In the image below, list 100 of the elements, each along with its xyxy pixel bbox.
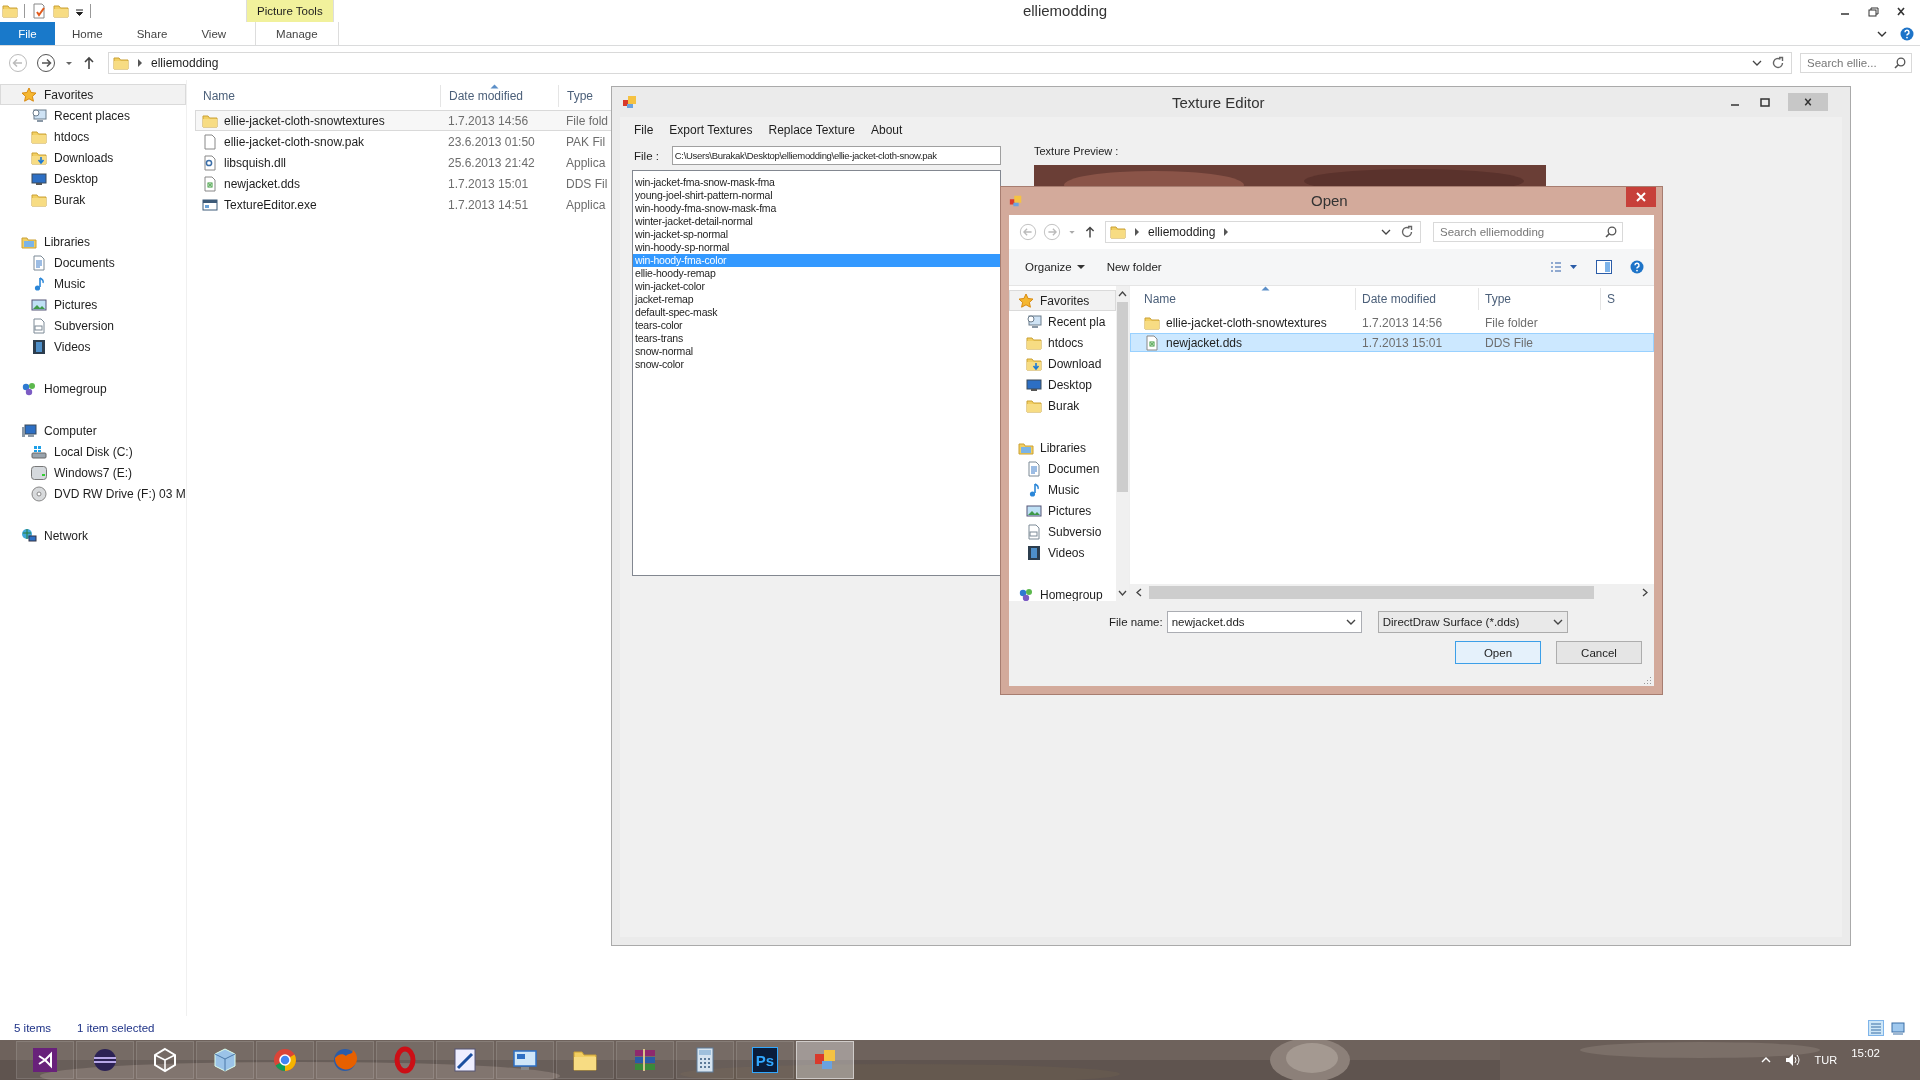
file-row[interactable]: TextureEditor.exe 1.7.2013 14:51 Applica — [195, 194, 615, 215]
nav-label[interactable]: Recent places — [54, 108, 131, 123]
view-options-icon[interactable] — [1550, 260, 1578, 274]
list-item[interactable]: young-joel-shirt-pattern-normal — [633, 189, 1000, 202]
list-item[interactable]: snow-color — [633, 358, 1000, 371]
column-header[interactable]: Date modified — [1356, 288, 1479, 310]
maximize-icon[interactable] — [1758, 95, 1772, 109]
list-item[interactable]: jacket-remap — [633, 293, 1000, 306]
scroll-down-icon[interactable] — [1118, 589, 1127, 597]
nav-label[interactable]: Music — [1048, 482, 1080, 497]
help-icon[interactable] — [1900, 26, 1914, 41]
ribbon-tab[interactable]: View — [184, 22, 244, 45]
nav-item[interactable]: Recent pla — [1009, 311, 1116, 332]
restore-icon[interactable] — [1866, 4, 1880, 18]
nav-label[interactable]: Network — [44, 528, 88, 543]
nav-item[interactable]: DVD RW Drive (F:) 03 M — [0, 483, 186, 504]
nav-item[interactable]: Documents — [0, 252, 186, 273]
nav-item[interactable]: Recent places — [0, 105, 186, 126]
file-type-dropdown[interactable]: DirectDraw Surface (*.dds) — [1377, 611, 1568, 633]
file-row[interactable]: newjacket.dds 1.7.2013 15:01 DDS File — [1130, 333, 1654, 352]
nav-item[interactable]: Libraries — [1009, 437, 1116, 458]
sort-arrow-icon[interactable] — [1261, 286, 1270, 291]
taskbar-button[interactable]: Ps — [736, 1041, 794, 1079]
taskbar-button[interactable] — [256, 1041, 314, 1079]
taskbar-button[interactable] — [16, 1041, 74, 1079]
language-indicator[interactable]: TUR — [1814, 1054, 1838, 1066]
forward-icon[interactable] — [36, 53, 56, 73]
nav-label[interactable]: htdocs — [54, 129, 90, 144]
nav-label[interactable]: DVD RW Drive (F:) 03 M — [54, 486, 186, 501]
scrollbar[interactable] — [1130, 584, 1654, 601]
close-button[interactable] — [1626, 187, 1656, 207]
list-item[interactable]: win-hoody-fma-snow-mask-fma — [633, 202, 1000, 215]
search-field[interactable]: Search ellie... — [1800, 53, 1912, 73]
taskbar-button[interactable] — [136, 1041, 194, 1079]
column-header[interactable]: Type — [1479, 288, 1601, 310]
nav-label[interactable]: Burak — [1048, 398, 1080, 413]
address-bar[interactable]: elliemodding — [1105, 221, 1421, 243]
nav-item[interactable]: Network — [0, 525, 186, 546]
nav-label[interactable]: Videos — [1048, 545, 1085, 560]
nav-label[interactable]: Homegroup — [44, 381, 107, 396]
list-item[interactable]: tears-color — [633, 319, 1000, 332]
nav-item[interactable]: Music — [0, 273, 186, 294]
menu-item[interactable]: Replace Texture — [760, 123, 863, 137]
address-path[interactable]: elliemodding — [151, 56, 219, 70]
nav-item[interactable]: htdocs — [1009, 332, 1116, 353]
taskbar-button[interactable] — [196, 1041, 254, 1079]
nav-label[interactable]: htdocs — [1048, 335, 1084, 350]
list-item[interactable]: ellie-hoody-remap — [633, 267, 1000, 280]
file-row[interactable]: ellie-jacket-cloth-snowtextures 1.7.2013 14:56 File folder — [1130, 313, 1654, 332]
refresh-icon[interactable] — [1771, 56, 1785, 70]
up-caret-icon[interactable] — [1760, 1055, 1771, 1065]
file-row[interactable]: libsquish.dll 25.6.2013 21:42 Applica — [195, 152, 615, 173]
list-item[interactable]: default-spec-mask — [633, 306, 1000, 319]
open-button[interactable]: Open — [1455, 641, 1541, 664]
column-header[interactable]: Type — [559, 85, 609, 107]
nav-item[interactable]: Desktop — [1009, 374, 1116, 395]
texture-list[interactable] — [632, 170, 1001, 576]
speaker-icon[interactable] — [1784, 1053, 1801, 1067]
list-item[interactable]: winter-jacket-detail-normal — [633, 215, 1000, 228]
ribbon-tab[interactable]: Manage — [255, 22, 339, 45]
nav-item[interactable]: Subversion — [0, 315, 186, 336]
nav-item[interactable]: Local Disk (C:) — [0, 441, 186, 462]
list-item[interactable]: snow-normal — [633, 345, 1000, 358]
clock[interactable]: 15:02 — [1851, 1047, 1880, 1073]
nav-label[interactable]: Windows7 (E:) — [54, 465, 133, 480]
resize-grip-icon[interactable] — [1644, 676, 1652, 684]
nav-item[interactable]: Videos — [0, 336, 186, 357]
nav-label[interactable]: Pictures — [54, 297, 98, 312]
nav-label[interactable]: Libraries — [1040, 440, 1087, 455]
nav-label[interactable]: Libraries — [44, 234, 91, 249]
file-row[interactable]: ellie-jacket-cloth-snow.pak 23.6.2013 01:50 PAK Fil — [195, 131, 615, 152]
nav-item[interactable]: Libraries — [0, 231, 186, 252]
nav-item[interactable]: Documen — [1009, 458, 1116, 479]
toolbar-button[interactable]: New folder — [1098, 258, 1170, 276]
nav-label[interactable]: Favorites — [1040, 293, 1090, 308]
nav-item[interactable]: Favorites — [1009, 290, 1116, 311]
scroll-thumb[interactable] — [1149, 586, 1594, 599]
ribbon-tab[interactable]: Home — [55, 22, 120, 45]
nav-item[interactable]: Music — [1009, 479, 1116, 500]
nav-label[interactable]: Pictures — [1048, 503, 1092, 518]
scrollbar[interactable] — [1116, 286, 1129, 601]
list-item[interactable]: win-jacket-color — [633, 280, 1000, 293]
nav-label[interactable]: Documen — [1048, 461, 1100, 476]
search-field[interactable]: Search elliemodding — [1433, 222, 1623, 242]
nav-item[interactable]: Downloads — [0, 147, 186, 168]
menu-item[interactable]: Export Textures — [661, 123, 761, 137]
properties-icon[interactable] — [31, 3, 47, 19]
address-path[interactable]: elliemodding — [1148, 225, 1216, 239]
nav-item[interactable]: Pictures — [1009, 500, 1116, 521]
nav-label[interactable]: Desktop — [54, 171, 99, 186]
nav-label[interactable]: Recent pla — [1048, 314, 1106, 329]
nav-item[interactable]: Favorites — [0, 84, 186, 105]
nav-item[interactable]: Burak — [1009, 395, 1116, 416]
nav-item[interactable]: Videos — [1009, 542, 1116, 563]
large-icons-view-icon[interactable] — [1890, 1020, 1906, 1036]
nav-item[interactable]: Computer — [0, 420, 186, 441]
nav-label[interactable]: Local Disk (C:) — [54, 444, 133, 459]
preview-pane-icon[interactable] — [1596, 260, 1612, 274]
list-item[interactable]: win-hoody-sp-normal — [633, 241, 1000, 254]
nav-label[interactable]: Favorites — [44, 87, 94, 102]
